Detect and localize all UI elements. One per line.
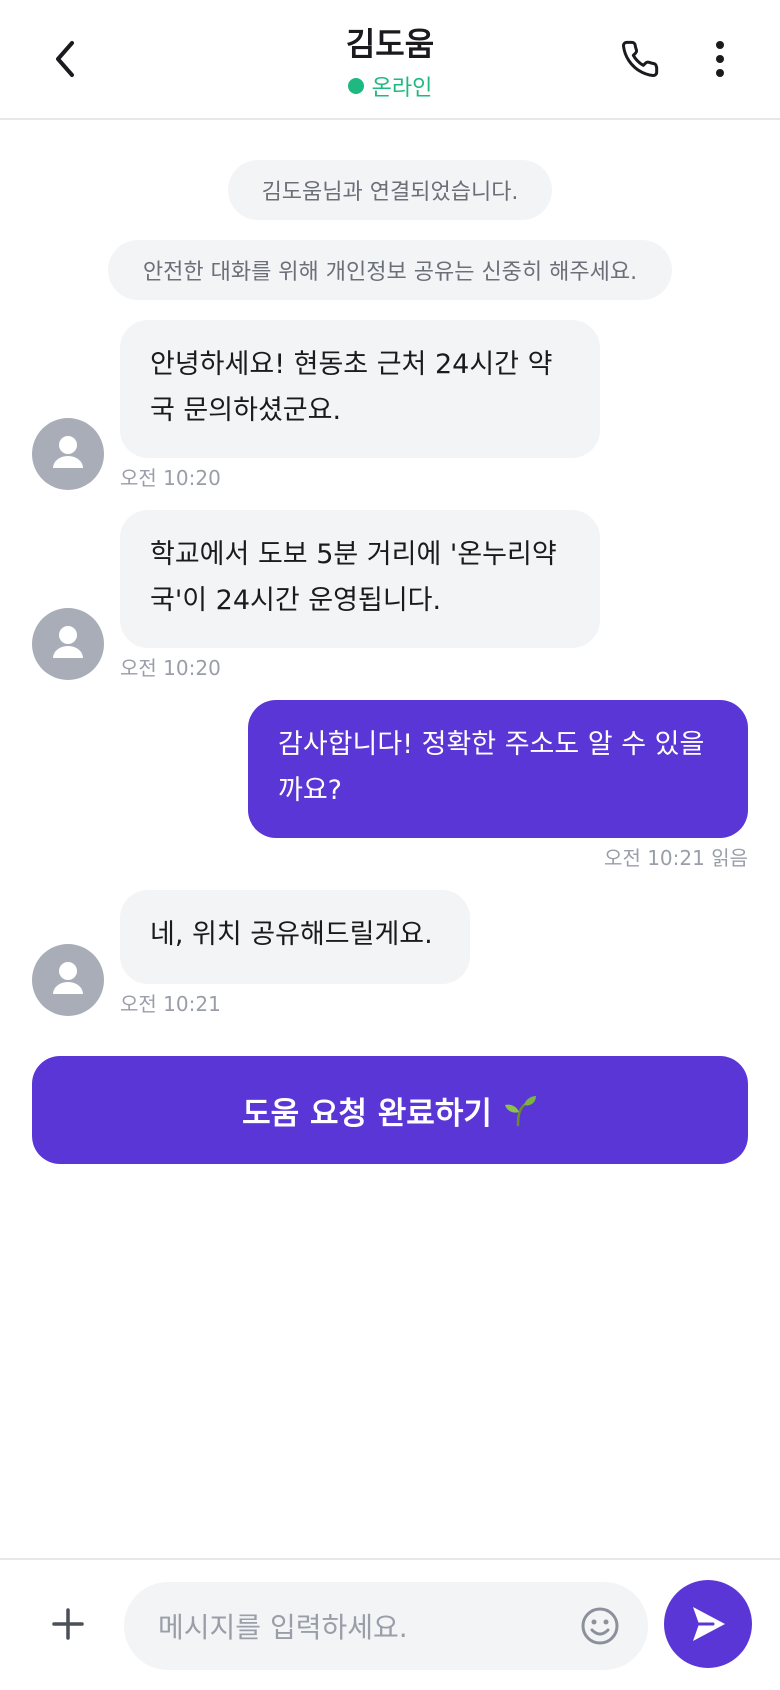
more-options-button[interactable] [700,34,740,84]
attach-button[interactable] [44,1600,92,1648]
message-time: 오전 10:21 [120,992,221,1016]
message-time: 오전 10:20 [120,656,221,680]
system-message-privacy: 안전한 대화를 위해 개인정보 공유는 신중히 해주세요. [108,240,672,300]
online-status-label: 온라인 [371,76,433,101]
sprout-icon [504,1096,536,1127]
user-silhouette-icon [53,436,83,468]
avatar [32,608,104,680]
message-bubble-received: 네, 위치 공유해드릴게요. [120,890,470,984]
phone-icon [622,40,659,77]
avatar [32,944,104,1016]
message-time: 오전 10:20 [120,466,221,490]
more-vertical-icon [716,41,724,77]
message-input-wrapper [124,1582,648,1672]
message-bubble-received: 학교에서 도보 5분 거리에 '온누리약국'이 24시간 운영됩니다. [120,510,600,648]
plus-icon [52,1608,84,1640]
message-input[interactable] [156,1582,560,1672]
system-message-connected: 김도움님과 연결되었습니다. [228,160,552,220]
message-time-read: 오전 10:21 읽음 [604,846,748,870]
chat-header: 김도움 온라인 [0,0,780,120]
user-silhouette-icon [53,962,83,994]
avatar [32,418,104,490]
call-button[interactable] [615,34,665,84]
message-composer [0,1558,780,1690]
complete-help-request-label: 도움 요청 완료하기 [242,1095,492,1132]
smiley-icon [581,1607,619,1645]
send-icon [693,1607,725,1641]
message-bubble-sent: 감사합니다! 정확한 주소도 알 수 있을까요? [248,700,748,838]
online-dot-icon [347,78,364,94]
send-button[interactable] [664,1580,752,1668]
complete-help-request-button[interactable]: 도움 요청 완료하기 [32,1056,748,1164]
emoji-button[interactable] [578,1604,622,1648]
message-bubble-received: 안녕하세요! 현동초 근처 24시간 약국 문의하셨군요. [120,320,600,458]
user-silhouette-icon [53,626,83,658]
